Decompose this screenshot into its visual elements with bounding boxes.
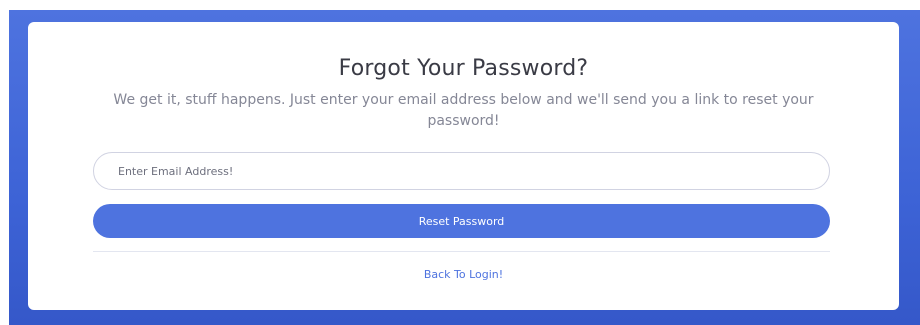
email-input[interactable] bbox=[93, 152, 830, 190]
back-link-row: Back To Login! bbox=[28, 268, 899, 281]
page-background: Forgot Your Password? We get it, stuff h… bbox=[9, 10, 920, 325]
page-title: Forgot Your Password? bbox=[338, 56, 589, 81]
page-subtitle: We get it, stuff happens. Just enter you… bbox=[113, 92, 814, 129]
forgot-password-card: Forgot Your Password? We get it, stuff h… bbox=[28, 22, 899, 310]
reset-password-button[interactable]: Reset Password bbox=[93, 204, 830, 238]
back-to-login-link[interactable]: Back To Login! bbox=[424, 268, 503, 281]
divider bbox=[93, 251, 830, 252]
